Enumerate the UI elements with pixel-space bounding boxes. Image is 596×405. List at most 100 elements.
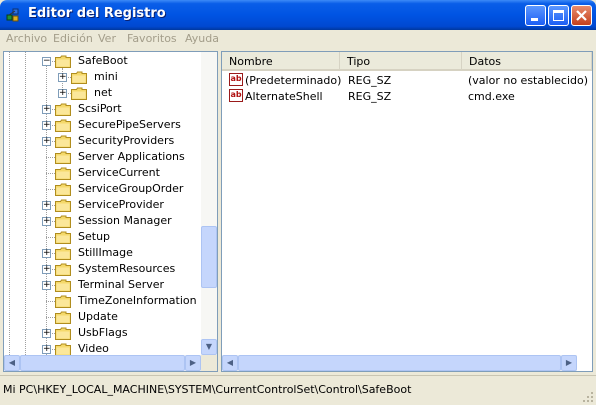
tree-line (46, 301, 55, 302)
folder-icon (71, 87, 87, 100)
expand-icon[interactable]: + (42, 121, 51, 130)
tree-item[interactable]: + SecurePipeServers (4, 117, 201, 133)
tree-item-label: UsbFlags (78, 326, 128, 339)
column-header-datos[interactable]: Datos (462, 52, 592, 71)
tree-item[interactable]: Update (4, 309, 201, 325)
tree-item-label: SafeBoot (78, 54, 128, 67)
tree-item-label: Video (78, 342, 109, 355)
tree-item[interactable]: + ServiceProvider (4, 197, 201, 213)
tree-horizontal-scrollbar[interactable]: ◀ ▶ (4, 355, 201, 371)
tree-vertical-scrollbar[interactable]: ▼ (201, 52, 217, 355)
folder-icon (55, 327, 71, 340)
expand-icon[interactable]: + (42, 249, 51, 258)
tree-item[interactable]: + UsbFlags (4, 325, 201, 341)
close-button[interactable] (571, 5, 592, 26)
folder-icon (55, 199, 71, 212)
folder-icon (71, 71, 87, 84)
tree-item[interactable]: − SafeBoot (4, 53, 201, 69)
tree-item[interactable]: + net (4, 85, 201, 101)
expand-icon[interactable]: + (42, 281, 51, 290)
maximize-icon (553, 10, 564, 21)
folder-icon (55, 55, 71, 68)
tree-item[interactable]: TimeZoneInformation (4, 293, 201, 309)
folder-icon (55, 215, 71, 228)
tree-line (46, 317, 55, 318)
ab-string-icon: ab (229, 89, 243, 102)
scroll-thumb[interactable] (20, 355, 185, 371)
value-name: AlternateShell (245, 90, 323, 103)
tree-item-label: SecurityProviders (78, 134, 175, 147)
minimize-button[interactable] (525, 5, 546, 26)
tree-item[interactable]: + SystemResources (4, 261, 201, 277)
tree-item[interactable]: Server Applications (4, 149, 201, 165)
folder-icon (55, 151, 71, 164)
tree-line (46, 173, 55, 174)
collapse-icon[interactable]: − (42, 57, 51, 66)
menu-ver[interactable]: Ver (98, 32, 116, 45)
expand-icon[interactable]: + (42, 265, 51, 274)
folder-icon (55, 295, 71, 308)
title-bar[interactable]: Editor del Registro (0, 0, 596, 30)
menu-edicion[interactable]: Edición (53, 32, 93, 45)
scroll-right-button[interactable]: ▶ (561, 355, 577, 371)
tree-item[interactable]: + Terminal Server (4, 277, 201, 293)
expand-icon[interactable]: + (42, 201, 51, 210)
registry-editor-icon (6, 8, 19, 22)
tree-item[interactable]: + SecurityProviders (4, 133, 201, 149)
tree-item-label: net (94, 86, 113, 99)
scroll-right-button[interactable]: ▶ (185, 355, 201, 371)
registry-values-list[interactable]: Nombre Tipo Datos ab (Predeterminado) RE… (221, 51, 593, 372)
tree-item-label: SecurePipeServers (78, 118, 181, 131)
tree-item[interactable]: Setup (4, 229, 201, 245)
registry-key-tree[interactable]: − SafeBoot + mini + net + ScsiPort + SecurePipeSe… (3, 51, 218, 372)
expand-icon[interactable]: + (42, 345, 51, 354)
expand-icon[interactable]: + (42, 217, 51, 226)
tree-item[interactable]: + StillImage (4, 245, 201, 261)
column-header-nombre[interactable]: Nombre (222, 52, 340, 71)
folder-icon (55, 103, 71, 116)
folder-icon (55, 167, 71, 180)
maximize-button[interactable] (548, 5, 569, 26)
tree-line (46, 157, 55, 158)
column-header-tipo[interactable]: Tipo (340, 52, 462, 71)
menu-favoritos[interactable]: Favoritos (127, 32, 177, 45)
value-type: REG_SZ (348, 74, 392, 87)
expand-icon[interactable]: + (58, 73, 67, 82)
tree-item[interactable]: + Session Manager (4, 213, 201, 229)
tree-item[interactable]: ServiceGroupOrder (4, 181, 201, 197)
list-horizontal-scrollbar[interactable]: ◀ ▶ (222, 355, 577, 371)
expand-icon[interactable]: + (42, 105, 51, 114)
ab-string-icon: ab (229, 73, 243, 86)
tree-item-label: Server Applications (78, 150, 185, 163)
folder-icon (55, 183, 71, 196)
scroll-left-button[interactable]: ◀ (222, 355, 238, 371)
scroll-down-button[interactable]: ▼ (201, 339, 217, 355)
tree-item[interactable]: + ScsiPort (4, 101, 201, 117)
tree-item[interactable]: ServiceCurrent (4, 165, 201, 181)
expand-icon[interactable]: + (42, 137, 51, 146)
tree-item[interactable]: + mini (4, 69, 201, 85)
folder-icon (55, 279, 71, 292)
resize-grip-icon[interactable] (582, 391, 594, 403)
menu-archivo[interactable]: Archivo (6, 32, 47, 45)
tree-item-label: ServiceCurrent (78, 166, 160, 179)
tree-item-label: mini (94, 70, 118, 83)
scrollbar-corner (201, 355, 217, 371)
tree-item-label: Session Manager (78, 214, 172, 227)
folder-icon (55, 135, 71, 148)
tree-item-label: ScsiPort (78, 102, 122, 115)
menu-ayuda[interactable]: Ayuda (185, 32, 219, 45)
expand-icon[interactable]: + (58, 89, 67, 98)
folder-icon (55, 247, 71, 260)
tree-item-label: TimeZoneInformation (78, 294, 197, 307)
tree-item-label: ServiceProvider (78, 198, 164, 211)
scroll-left-button[interactable]: ◀ (4, 355, 20, 371)
scroll-thumb[interactable] (201, 226, 217, 288)
expand-icon[interactable]: + (42, 329, 51, 338)
folder-icon (55, 119, 71, 132)
tree-line (46, 237, 55, 238)
folder-icon (55, 311, 71, 324)
folder-icon (55, 263, 71, 276)
tree-item-label: ServiceGroupOrder (78, 182, 184, 195)
scroll-thumb[interactable] (238, 355, 561, 371)
